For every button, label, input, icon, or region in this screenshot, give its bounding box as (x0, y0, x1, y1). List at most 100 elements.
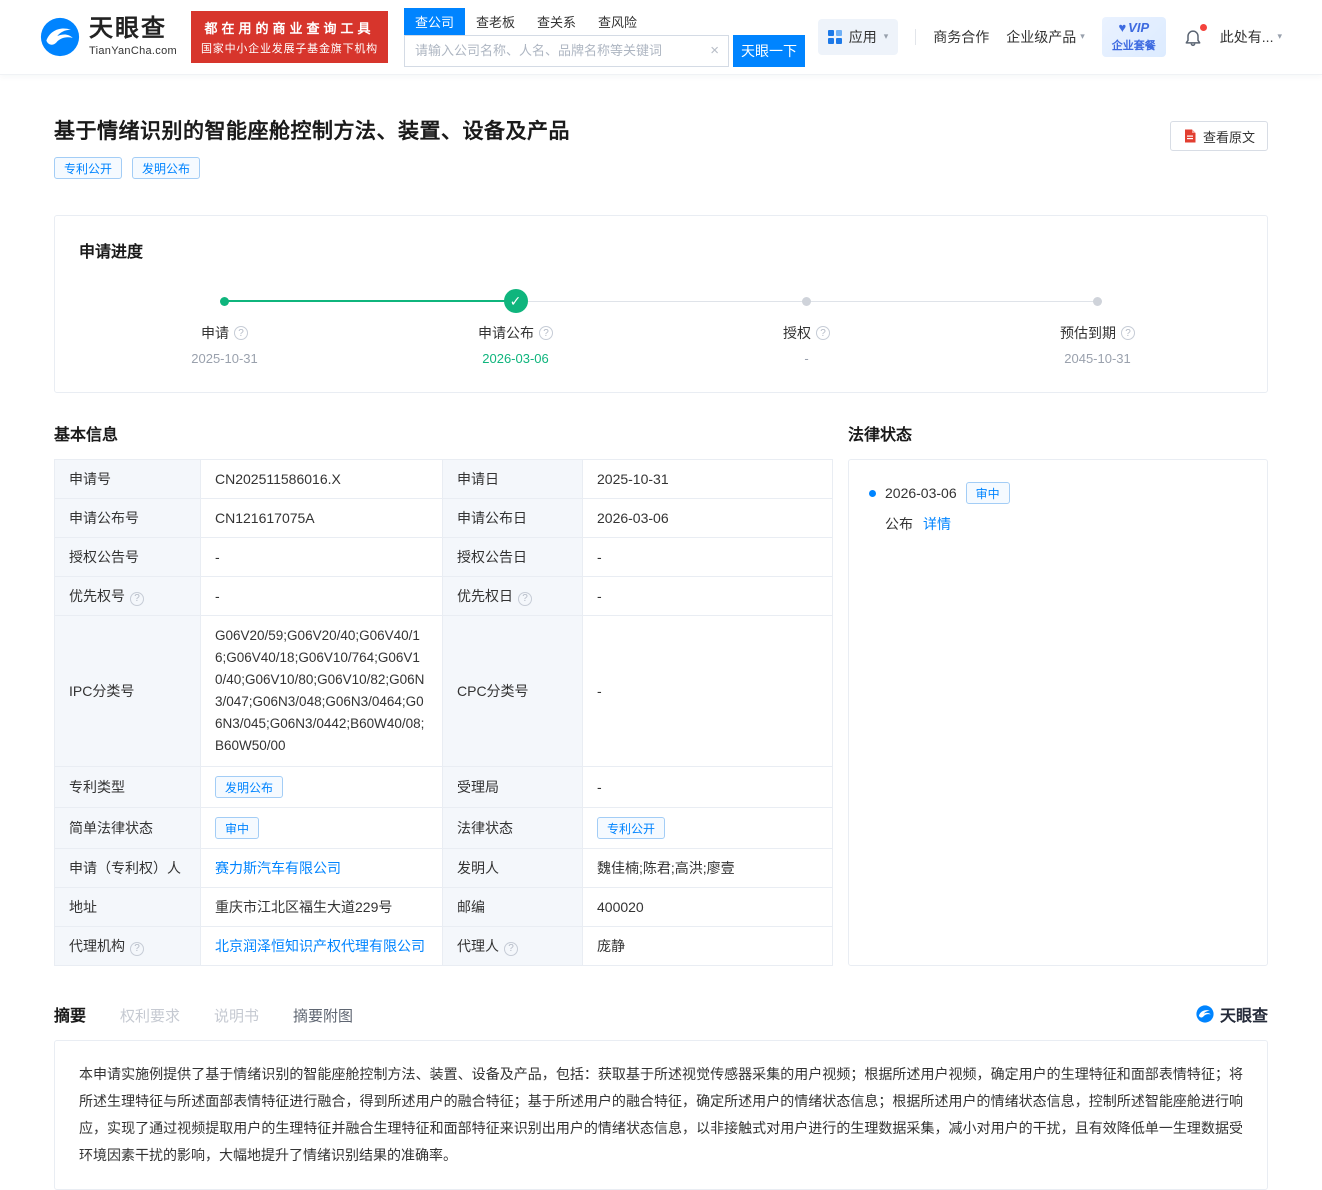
apps-menu-label: 应用 (849, 27, 877, 47)
vip-package-button[interactable]: ♥ VIP 企业套餐 (1102, 17, 1166, 56)
agency-link[interactable]: 北京润泽恒知识产权代理有限公司 (215, 938, 425, 954)
search-input[interactable] (405, 43, 728, 58)
tab-description[interactable]: 说明书 (214, 1005, 259, 1026)
vip-label: VIP (1128, 21, 1149, 35)
table-row: 申请公布号 CN121617075A 申请公布日 2026-03-06 (55, 499, 833, 538)
field-value: - (597, 549, 602, 565)
field-label: 法律状态 (457, 820, 513, 836)
field-value: 魏佳楠;陈君;高洪;廖壹 (597, 860, 735, 876)
help-icon[interactable]: ? (130, 942, 144, 956)
field-value: - (215, 549, 220, 565)
slogan-line2: 国家中小企业发展子基金旗下机构 (201, 40, 378, 56)
step-date: - (661, 351, 952, 366)
field-label: 授权公告日 (457, 549, 527, 565)
search-button[interactable]: 天眼一下 (733, 35, 805, 67)
search-tab-relation[interactable]: 查关系 (526, 8, 587, 35)
progress-timeline: 申请 ? 2025-10-31 ✓ 申请公布 ? 2026-03-06 (79, 288, 1243, 366)
help-icon[interactable]: ? (816, 326, 830, 340)
field-label: 邮编 (457, 899, 485, 915)
tianyancha-logo-icon (1196, 1005, 1214, 1023)
slogan-line1: 都在用的商业查询工具 (201, 18, 378, 37)
abstract-text: 本申请实施例提供了基于情绪识别的智能座舱控制方法、装置、设备及产品，包括：获取基… (79, 1061, 1243, 1169)
field-label: CPC分类号 (457, 683, 529, 699)
field-label: 专利类型 (69, 779, 125, 795)
legal-detail-link[interactable]: 详情 (923, 514, 951, 534)
legal-status-box: 2026-03-06 审中 公布 详情 (848, 459, 1268, 966)
page-title: 基于情绪识别的智能座舱控制方法、装置、设备及产品 (54, 115, 570, 145)
field-label: 申请日 (457, 471, 499, 487)
main-content: 基于情绪识别的智能座舱控制方法、装置、设备及产品 专利公开 发明公布 查看原文 … (54, 75, 1268, 1190)
field-value: 重庆市江北区福生大道229号 (215, 899, 392, 915)
field-label: 申请（专利权）人 (69, 860, 181, 876)
divider (915, 29, 916, 45)
notification-dot (1200, 24, 1207, 31)
field-value: CN202511586016.X (215, 471, 341, 487)
heart-icon: ♥ (1118, 21, 1126, 35)
nav-enterprise-label: 企业级产品 (1006, 27, 1076, 47)
apps-menu[interactable]: 应用 ▾ (818, 19, 899, 55)
step-date: 2045-10-31 (952, 351, 1243, 366)
search-input-wrap: × (404, 35, 729, 67)
help-icon[interactable]: ? (234, 326, 248, 340)
status-badge: 审中 (966, 482, 1010, 504)
tab-abstract[interactable]: 摘要 (54, 1002, 86, 1026)
help-icon[interactable]: ? (518, 592, 532, 606)
nav-cooperation[interactable]: 商务合作 (933, 27, 989, 47)
patent-type-badge: 发明公布 (215, 776, 283, 798)
step-label: 申请 (201, 323, 229, 343)
clear-icon[interactable]: × (710, 43, 719, 58)
field-value: 2025-10-31 (597, 471, 669, 487)
section-title-legal-status: 法律状态 (848, 421, 1268, 445)
bullet-icon (869, 490, 876, 497)
table-row: 地址 重庆市江北区福生大道229号 邮编 400020 (55, 888, 833, 927)
table-row: 授权公告号 - 授权公告日 - (55, 538, 833, 577)
table-row: 代理机构? 北京润泽恒知识产权代理有限公司 代理人? 庞静 (55, 927, 833, 966)
logo-text: 天眼查 (89, 17, 177, 41)
nav-enterprise[interactable]: 企业级产品 ▾ (1006, 27, 1085, 47)
apps-grid-icon (828, 30, 842, 44)
view-original-button[interactable]: 查看原文 (1170, 121, 1268, 151)
field-value: CN121617075A (215, 510, 315, 526)
tab-claims[interactable]: 权利要求 (120, 1005, 180, 1026)
help-icon[interactable]: ? (130, 592, 144, 606)
help-icon[interactable]: ? (539, 326, 553, 340)
search-tab-risk[interactable]: 查风险 (587, 8, 648, 35)
step-label: 预估到期 (1060, 323, 1116, 343)
view-original-label: 查看原文 (1203, 127, 1255, 146)
field-label: 优先权日 (457, 588, 513, 604)
table-row: 申请（专利权）人 赛力斯汽车有限公司 发明人 魏佳楠;陈君;高洪;廖壹 (55, 849, 833, 888)
legal-status-item: 2026-03-06 审中 (869, 482, 1247, 504)
watermark: 天眼查 (1196, 1002, 1268, 1026)
field-label: 简单法律状态 (69, 820, 153, 836)
tianyancha-logo[interactable]: 天眼查 TianYanCha.com (40, 17, 177, 57)
field-value: 400020 (597, 899, 644, 915)
step-date: 2026-03-06 (370, 351, 661, 366)
table-row: 简单法律状态 审中 法律状态 专利公开 (55, 808, 833, 849)
vip-sublabel: 企业套餐 (1112, 37, 1156, 53)
status-badge: 审中 (215, 817, 259, 839)
table-row: 专利类型 发明公布 受理局 - (55, 767, 833, 808)
legal-event: 公布 (885, 514, 913, 534)
tianyancha-logo-icon (40, 17, 80, 57)
user-menu[interactable]: 此处有... ▾ (1220, 27, 1282, 47)
step-date: 2025-10-31 (79, 351, 370, 366)
step-label: 授权 (783, 323, 811, 343)
application-progress-section: 申请进度 申请 ? 2025-10-31 ✓ 申请公布 ? (54, 215, 1268, 393)
progress-step-granted: 授权 ? - (661, 288, 952, 366)
notification-bell[interactable] (1183, 27, 1203, 47)
status-badge: 专利公开 (597, 817, 665, 839)
patent-tag-publication: 专利公开 (54, 157, 122, 179)
help-icon[interactable]: ? (504, 942, 518, 956)
field-label: 地址 (69, 899, 97, 915)
tab-abstract-figure[interactable]: 摘要附图 (293, 1005, 353, 1026)
search-tab-company[interactable]: 查公司 (404, 8, 465, 35)
patent-tag-invention: 发明公布 (132, 157, 200, 179)
applicant-link[interactable]: 赛力斯汽车有限公司 (215, 860, 341, 876)
search-area: 查公司 查老板 查关系 查风险 × 天眼一下 (404, 8, 805, 67)
abstract-content: 本申请实施例提供了基于情绪识别的智能座舱控制方法、装置、设备及产品，包括：获取基… (54, 1040, 1268, 1190)
chevron-down-icon: ▾ (1277, 31, 1282, 42)
help-icon[interactable]: ? (1121, 326, 1135, 340)
search-tab-boss[interactable]: 查老板 (465, 8, 526, 35)
step-dot-pending (1093, 297, 1102, 306)
chevron-down-icon: ▾ (884, 31, 889, 42)
